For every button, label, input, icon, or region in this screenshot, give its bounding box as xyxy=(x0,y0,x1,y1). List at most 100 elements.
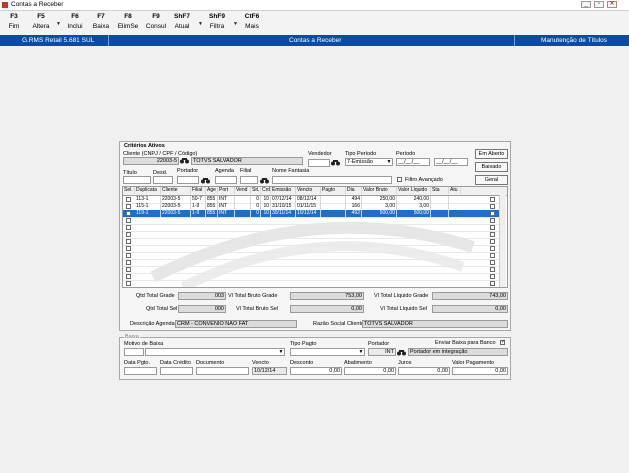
portador-code-field[interactable]: INT xyxy=(368,348,396,356)
row-select-checkbox[interactable] xyxy=(126,274,131,279)
desconto-field[interactable]: 0,00 xyxy=(290,367,342,375)
desd-field[interactable] xyxy=(153,176,173,184)
column-header[interactable]: Sit. xyxy=(251,187,261,194)
data-pgto-field[interactable] xyxy=(124,367,157,375)
juros-field[interactable]: 0,00 xyxy=(398,367,450,375)
column-header[interactable]: Crd xyxy=(261,187,271,194)
motivo-code-field[interactable] xyxy=(124,348,144,356)
row-select-checkbox[interactable] xyxy=(126,267,131,272)
toolbar-button-2[interactable]: F6 Inclui xyxy=(61,13,89,30)
period-from-field[interactable]: __/__/__ xyxy=(396,158,430,166)
search-client-icon[interactable] xyxy=(180,157,189,164)
toolbar-button-5[interactable]: F9 Consul xyxy=(142,13,170,30)
general-button[interactable]: Geral xyxy=(475,175,508,185)
column-header[interactable]: Vend xyxy=(235,187,251,194)
row-update-checkbox[interactable] xyxy=(490,281,495,286)
data-credito-field[interactable] xyxy=(160,367,193,375)
dropdown-arrow-icon[interactable]: ▼ xyxy=(357,348,365,356)
column-header[interactable]: Emissão xyxy=(271,187,296,194)
fantasia-field[interactable] xyxy=(272,176,392,184)
column-header[interactable]: Sel. xyxy=(123,187,135,194)
row-select-checkbox[interactable] xyxy=(126,281,131,286)
advanced-filter-checkbox[interactable] xyxy=(397,177,402,182)
toolbar-button-4[interactable]: F8 ElimSe xyxy=(114,13,142,30)
period-to-field[interactable]: __/__/__ xyxy=(434,158,468,166)
agenda-desc-label: Descrição Agenda xyxy=(130,321,175,327)
row-update-checkbox[interactable] xyxy=(490,204,495,209)
agenda-field[interactable] xyxy=(215,176,237,184)
dropdown-arrow-icon[interactable]: ▼ xyxy=(385,158,393,166)
column-header[interactable]: Port xyxy=(218,187,235,194)
row-update-checkbox[interactable] xyxy=(490,225,495,230)
grid-scrollbar[interactable] xyxy=(499,195,506,287)
row-select-checkbox[interactable] xyxy=(126,225,131,230)
toolbar-button-7[interactable]: ShF9 Filtra xyxy=(203,13,231,30)
abatimento-field[interactable]: 0,00 xyxy=(344,367,396,375)
row-select-checkbox[interactable] xyxy=(126,211,131,216)
advanced-filter-label: Filtro Avançado xyxy=(405,177,443,183)
row-update-checkbox[interactable] xyxy=(490,211,495,216)
minimize-button[interactable]: _ xyxy=(581,1,591,8)
toolbar-button-6[interactable]: ShF7 Atual xyxy=(168,13,196,30)
column-header[interactable]: Vencto xyxy=(296,187,321,194)
row-update-checkbox[interactable] xyxy=(490,260,495,265)
search-portador-baixa-icon[interactable] xyxy=(397,349,406,356)
motivo-select[interactable] xyxy=(145,348,285,356)
valor-pagamento-field[interactable]: 0,00 xyxy=(452,367,508,375)
toolbar-key: F6 xyxy=(71,13,79,20)
row-update-checkbox[interactable] xyxy=(490,232,495,237)
column-header[interactable]: Dia xyxy=(346,187,362,194)
row-update-checkbox[interactable] xyxy=(490,218,495,223)
table-row[interactable] xyxy=(123,280,499,287)
open-button[interactable]: Em Aberto xyxy=(475,149,508,159)
search-seller-icon[interactable] xyxy=(331,159,340,166)
grid-cell-emissao: 07/12/14 xyxy=(271,196,296,203)
search-filial-icon[interactable] xyxy=(260,177,269,184)
column-header[interactable]: Cliente xyxy=(161,187,191,194)
enviar-checkbox[interactable]: ✓ xyxy=(500,340,505,345)
column-header[interactable]: Filial xyxy=(191,187,206,194)
qtd-grade-label: Qtd Total Grade xyxy=(136,293,175,299)
documento-field[interactable] xyxy=(196,367,249,375)
row-select-checkbox[interactable] xyxy=(126,253,131,258)
toolbar-button-3[interactable]: F7 Baixa xyxy=(87,13,115,30)
column-header[interactable]: Age xyxy=(206,187,218,194)
column-header[interactable]: Valor Bruto xyxy=(362,187,397,194)
row-update-checkbox[interactable] xyxy=(490,239,495,244)
toolbar-button-0[interactable]: F3 Fim xyxy=(0,13,28,30)
client-code-field[interactable]: 22003-5 xyxy=(123,157,179,165)
row-select-checkbox[interactable] xyxy=(126,239,131,244)
column-header[interactable]: Sta xyxy=(431,187,449,194)
dropdown-arrow-icon[interactable]: ▼ xyxy=(277,348,285,356)
seller-field[interactable] xyxy=(308,159,330,167)
row-update-checkbox[interactable] xyxy=(490,274,495,279)
search-portador-icon[interactable] xyxy=(201,177,210,184)
toolbar-button-1[interactable]: F5 Altera xyxy=(27,13,55,30)
row-select-checkbox[interactable] xyxy=(126,232,131,237)
vencto-baixa-field[interactable]: 10/12/14 xyxy=(252,367,287,375)
column-header[interactable]: Pagto xyxy=(321,187,346,194)
row-update-checkbox[interactable] xyxy=(490,267,495,272)
column-header[interactable]: Atu xyxy=(449,187,461,194)
row-select-checkbox[interactable] xyxy=(126,218,131,223)
row-select-checkbox[interactable] xyxy=(126,260,131,265)
grid-cell-crd: 10 xyxy=(261,203,271,210)
toolbar-button-8[interactable]: CtF6 Mais xyxy=(238,13,266,30)
toolbar-key: F9 xyxy=(152,13,160,20)
portador-field[interactable] xyxy=(177,176,199,184)
desconto-label: Desconto xyxy=(290,360,314,366)
column-header[interactable]: Duplicata xyxy=(135,187,161,194)
tipo-pagto-select[interactable] xyxy=(290,348,365,356)
row-select-checkbox[interactable] xyxy=(126,197,131,202)
restore-button[interactable]: ▫ xyxy=(594,1,604,8)
paid-button[interactable]: Baixado xyxy=(475,162,508,172)
title-field[interactable] xyxy=(123,176,151,184)
row-select-checkbox[interactable] xyxy=(126,204,131,209)
row-update-checkbox[interactable] xyxy=(490,197,495,202)
row-select-checkbox[interactable] xyxy=(126,246,131,251)
column-header[interactable]: Valor Líquido xyxy=(397,187,431,194)
close-button[interactable]: ✕ xyxy=(607,1,617,8)
row-update-checkbox[interactable] xyxy=(490,253,495,258)
filial-field[interactable] xyxy=(240,176,258,184)
row-update-checkbox[interactable] xyxy=(490,246,495,251)
